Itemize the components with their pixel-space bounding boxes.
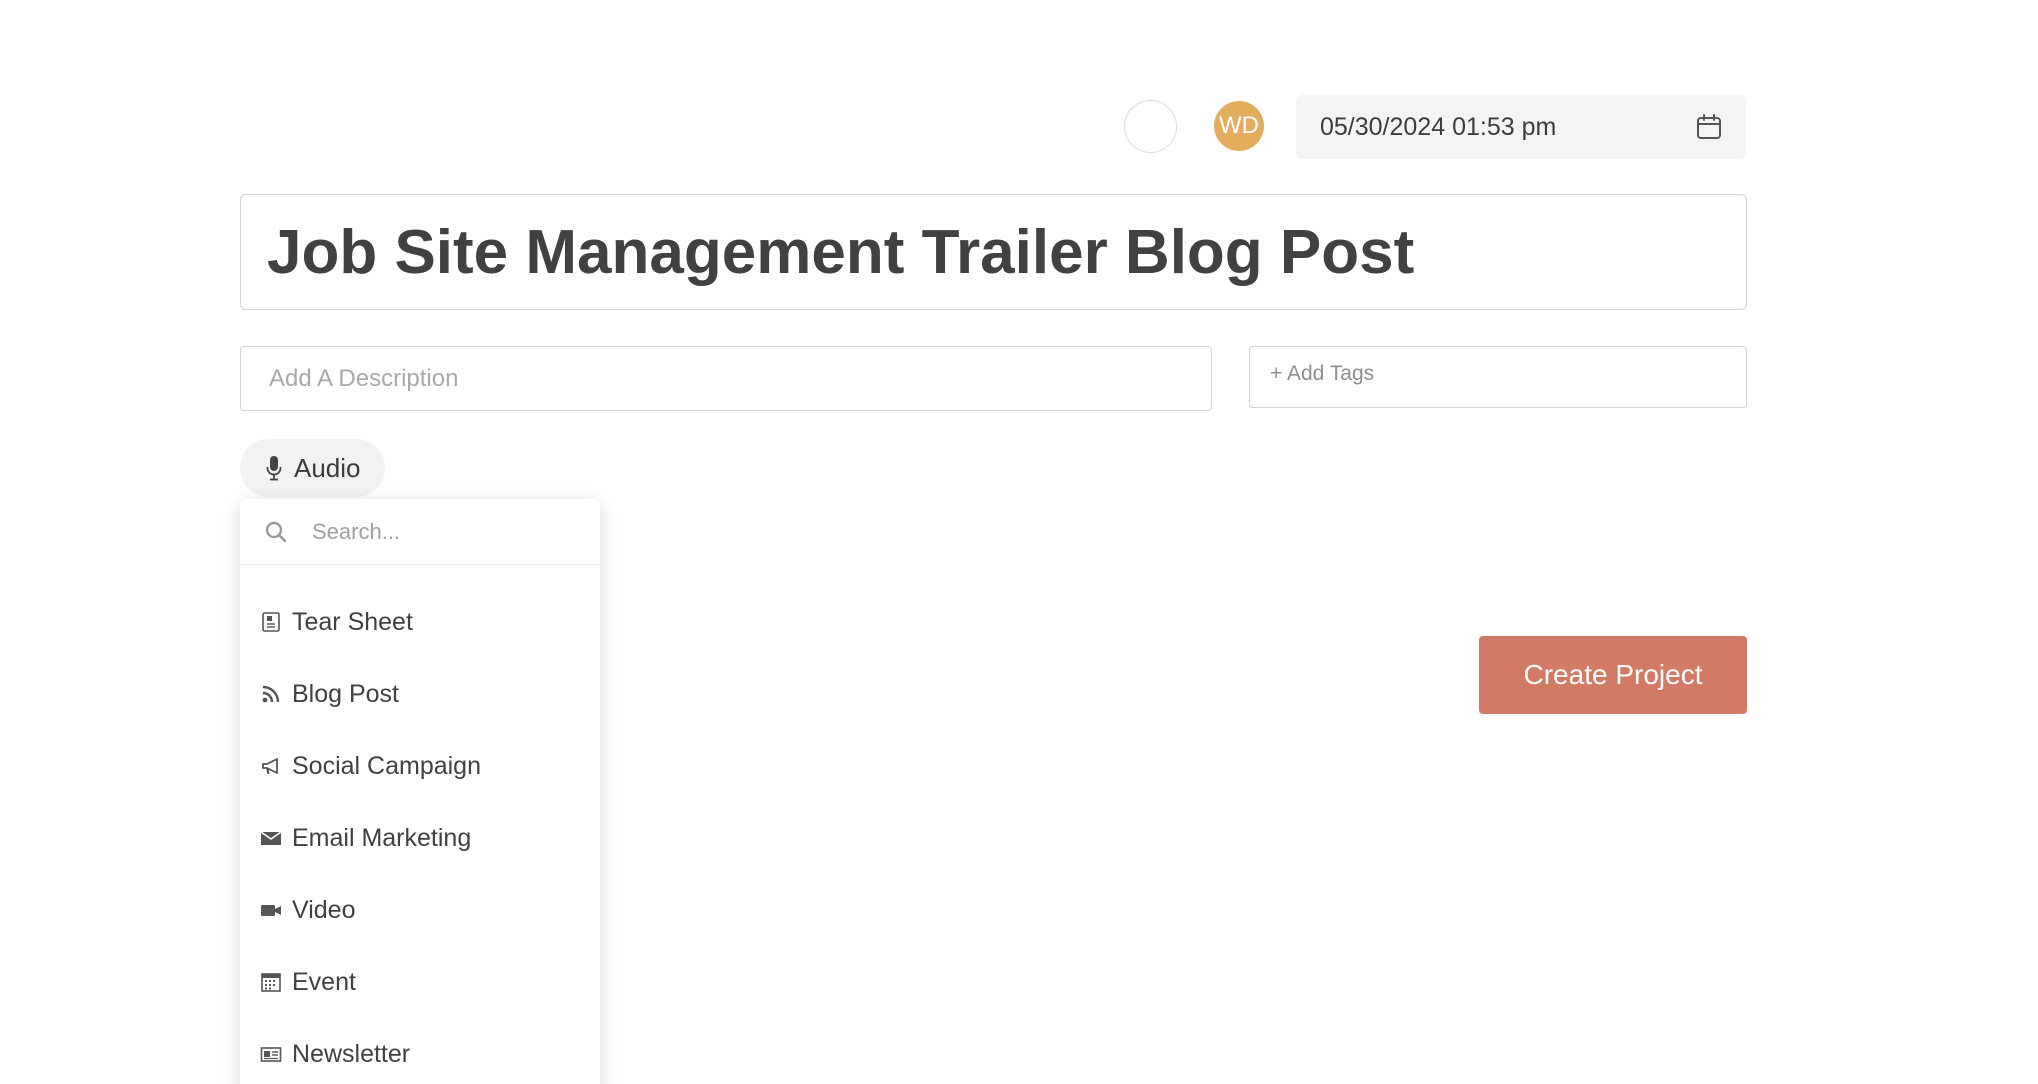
type-option-label: Tear Sheet [292, 607, 413, 636]
type-option-tear-sheet[interactable]: Tear Sheet [240, 586, 600, 658]
envelope-icon [260, 831, 282, 845]
type-option-newsletter[interactable]: Newsletter [240, 1018, 600, 1084]
calendar-grid-icon [261, 973, 281, 992]
project-type-selector[interactable]: Audio [240, 439, 385, 497]
search-icon [265, 521, 287, 542]
type-option-list: Tear Sheet Blog Post Social Campaign Ema… [240, 565, 600, 1084]
dropdown-search-input[interactable] [310, 517, 574, 546]
tags-input[interactable]: + Add Tags [1249, 346, 1747, 408]
microphone-icon [266, 456, 282, 481]
tags-placeholder: + Add Tags [1270, 362, 1375, 385]
project-title-input[interactable]: Job Site Management Trailer Blog Post [240, 194, 1747, 310]
due-date-value: 05/30/2024 01:53 pm [1320, 112, 1557, 141]
add-assignee-avatar[interactable] [1124, 100, 1177, 153]
type-option-label: Video [292, 895, 356, 924]
description-placeholder: Add A Description [269, 364, 459, 392]
megaphone-icon [262, 758, 278, 774]
newspaper-icon [260, 1047, 282, 1062]
dropdown-search [240, 499, 600, 565]
new-project-page: WD 05/30/2024 01:53 pm Job Site Manageme… [0, 0, 2038, 1084]
type-option-video[interactable]: Video [240, 874, 600, 946]
type-option-label: Blog Post [292, 679, 400, 708]
type-option-label: Newsletter [292, 1039, 411, 1068]
type-option-label: Social Campaign [292, 751, 481, 780]
type-dropdown-menu: Tear Sheet Blog Post Social Campaign [240, 499, 600, 1084]
type-option-label: Email Marketing [292, 823, 472, 852]
document-icon [262, 612, 280, 632]
type-option-blog-post[interactable]: Blog Post [240, 658, 600, 730]
video-camera-icon [261, 905, 281, 916]
avatar-initials: WD [1219, 112, 1259, 139]
project-title-text: Job Site Management Trailer Blog Post [267, 217, 1415, 287]
calendar-icon[interactable] [1694, 112, 1724, 142]
selected-type-label: Audio [294, 452, 361, 483]
rss-icon [262, 685, 280, 703]
type-option-event[interactable]: Event [240, 946, 600, 1018]
type-option-social-campaign[interactable]: Social Campaign [240, 730, 600, 802]
create-project-button[interactable]: Create Project [1479, 636, 1747, 714]
type-option-email-marketing[interactable]: Email Marketing [240, 802, 600, 874]
due-date-field[interactable]: 05/30/2024 01:53 pm [1296, 95, 1746, 159]
description-input[interactable]: Add A Description [240, 346, 1212, 411]
user-avatar[interactable]: WD [1214, 101, 1264, 151]
type-option-label: Event [292, 967, 356, 996]
